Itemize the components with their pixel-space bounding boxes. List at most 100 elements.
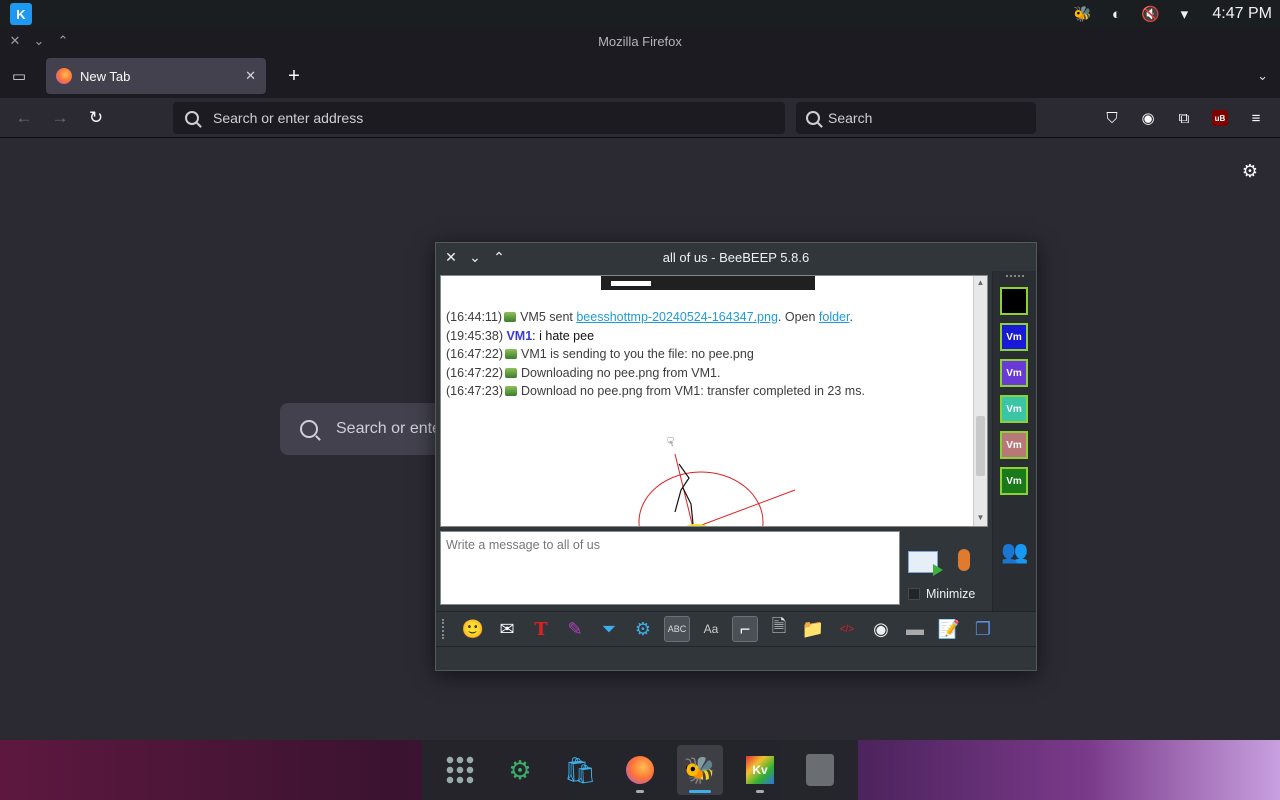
new-tab-button[interactable]: + [282, 65, 306, 88]
maximize-icon[interactable]: ⌃ [492, 249, 506, 266]
firefox-titlebar: ✕ ⌄ ⌃ Mozilla Firefox [0, 28, 1280, 54]
account-icon[interactable]: ◉ [1132, 102, 1164, 134]
firefox-icon[interactable] [617, 745, 663, 795]
maximize-icon[interactable]: ⌃ [56, 33, 70, 49]
message-input[interactable] [446, 538, 894, 598]
extensions-icon[interactable]: ⧉ [1168, 102, 1200, 134]
microphone-icon[interactable] [958, 549, 970, 571]
ublock-origin-icon[interactable]: uB [1204, 102, 1236, 134]
html-icon[interactable]: </> [834, 616, 860, 642]
reload-icon[interactable]: ↻ [78, 98, 114, 138]
forward-icon[interactable]: → [42, 98, 78, 138]
send-file-icon[interactable]: 🗎 [766, 616, 792, 642]
trash-icon[interactable] [797, 745, 843, 795]
crop-icon[interactable]: ⌐ [732, 616, 758, 642]
url-bar[interactable] [173, 102, 785, 134]
send-area: Minimize [906, 543, 990, 607]
screenshot-thumbnail[interactable] [601, 276, 815, 290]
spellcheck-icon[interactable]: ABC [664, 616, 690, 642]
scroll-thumb[interactable] [976, 416, 985, 476]
search-icon [185, 111, 199, 125]
kv-app-icon[interactable]: Kv [737, 745, 783, 795]
webcam-icon[interactable]: ◉ [868, 616, 894, 642]
app-menu-icon[interactable]: ≡ [1240, 102, 1272, 134]
message-line: (16:47:22) Downloading no pee.png from VM… [446, 365, 721, 380]
back-icon[interactable]: ← [6, 98, 42, 138]
beebeep-window: ✕ ⌄ ⌃ all of us - BeeBEEP 5.8.6 (16:44:1… [435, 242, 1037, 671]
received-image-drawing[interactable]: ☟ [631, 434, 831, 527]
taskbar-dock: ⚙ 🛍 🐝 Kv [422, 740, 858, 800]
beebeep-icon[interactable]: 🐝 [677, 745, 723, 795]
user-avatar-button[interactable]: Vm [1000, 323, 1028, 351]
user-list-panel: Vm Vm Vm Vm Vm 👥 [992, 271, 1036, 611]
close-icon[interactable]: ✕ [444, 249, 458, 266]
user-avatar-button[interactable]: Vm [1000, 395, 1028, 423]
minimize-icon[interactable]: ⌄ [468, 249, 482, 266]
minimize-label: Minimize [926, 587, 976, 601]
user-avatar-button[interactable]: Vm [1000, 359, 1028, 387]
beebeep-tray-icon[interactable]: 🐝 [1072, 4, 1092, 24]
send-folder-icon[interactable]: 📁 [800, 616, 826, 642]
message-compose-box[interactable] [440, 531, 900, 605]
minimize-icon[interactable]: ⌄ [32, 33, 46, 49]
status-bar [436, 647, 1036, 670]
svg-text:☟: ☟ [667, 435, 674, 449]
message-line: (16:47:23) Download no pee.png from VM1: … [446, 384, 865, 398]
toolbar-grip[interactable] [442, 619, 446, 639]
bee-system-icon [504, 367, 517, 378]
screenshot-icon[interactable]: ▬ [902, 616, 928, 642]
muted-speaker-icon[interactable]: 🔇 [1140, 4, 1160, 24]
minimize-checkbox[interactable] [908, 588, 920, 600]
tab-new-tab[interactable]: New Tab ✕ [46, 58, 266, 94]
close-icon[interactable]: ✕ [8, 33, 22, 49]
newtab-search-placeholder: Search or ente [336, 420, 441, 437]
system-settings-icon[interactable]: ⚙ [497, 745, 543, 795]
pocket-icon[interactable]: ⛉ [1096, 102, 1128, 134]
chat-history[interactable]: (16:44:11) VM5 sent beesshottmp-20240524-… [440, 275, 988, 527]
color-icon[interactable]: ✎ [562, 616, 588, 642]
bee-system-icon [504, 312, 517, 322]
list-all-tabs-icon[interactable]: ⌄ [1257, 68, 1268, 84]
scroll-up-icon[interactable]: ▲ [975, 278, 986, 289]
folder-link[interactable]: folder [819, 310, 850, 324]
message-list: (16:44:11) VM5 sent beesshottmp-20240524-… [446, 308, 966, 401]
toolbar-right-buttons: ⛉ ◉ ⧉ uB ≡ [1096, 98, 1272, 138]
filter-icon[interactable]: ⏷ [596, 616, 622, 642]
tab-close-icon[interactable]: ✕ [245, 68, 256, 84]
mail-icon[interactable]: ✉ [494, 616, 520, 642]
window-icon[interactable]: ❐ [970, 616, 996, 642]
drag-grip[interactable] [1006, 275, 1024, 279]
app-launcher-grid-icon[interactable] [437, 745, 483, 795]
firefox-favicon-icon [56, 68, 72, 84]
sender-name[interactable]: VM1 [506, 329, 532, 343]
chat-scrollbar[interactable]: ▲ ▼ [973, 276, 987, 526]
file-link[interactable]: beesshottmp-20240524-164347.png [576, 310, 778, 324]
user-avatar-button[interactable] [1000, 287, 1028, 315]
gear-icon[interactable]: ⚙ [1242, 161, 1258, 182]
user-avatar-button[interactable]: Vm [1000, 467, 1028, 495]
window-title: Mozilla Firefox [598, 33, 682, 49]
font-icon[interactable]: T [528, 616, 554, 642]
scroll-down-icon[interactable]: ▼ [975, 513, 986, 524]
discover-store-icon[interactable]: 🛍 [557, 745, 603, 795]
bee-system-icon [504, 349, 517, 359]
url-input[interactable] [213, 110, 785, 126]
minimize-option[interactable]: Minimize [908, 587, 975, 601]
search-input[interactable] [828, 110, 1036, 126]
user-avatar-button[interactable]: Vm [1000, 431, 1028, 459]
message-line: (16:44:11) VM5 sent beesshottmp-20240524-… [446, 310, 853, 324]
tray-expand-icon[interactable]: ▾ [1174, 4, 1194, 24]
clock[interactable]: 4:47 PM [1212, 5, 1272, 23]
beebeep-toolbar: 🙂 ✉ T ✎ ⏷ ⚙ ABC Aa ⌐ 🗎 📁 </> ◉ ▬ 📝 ❐ [436, 611, 1036, 647]
color-wheel-tray-icon[interactable]: ◐ [1106, 4, 1126, 24]
notes-icon[interactable]: 📝 [936, 616, 962, 642]
search-bar[interactable] [796, 102, 1036, 134]
firefox-view-icon[interactable]: ▭ [0, 54, 38, 98]
users-group-icon[interactable]: 👥 [1001, 539, 1028, 565]
kde-launcher-icon[interactable]: K [10, 3, 32, 25]
send-message-icon[interactable] [908, 551, 943, 576]
emoticon-icon[interactable]: 🙂 [460, 616, 486, 642]
text-format-icon[interactable]: Aa [698, 616, 724, 642]
settings-icon[interactable]: ⚙ [630, 616, 656, 642]
search-icon [300, 420, 318, 438]
